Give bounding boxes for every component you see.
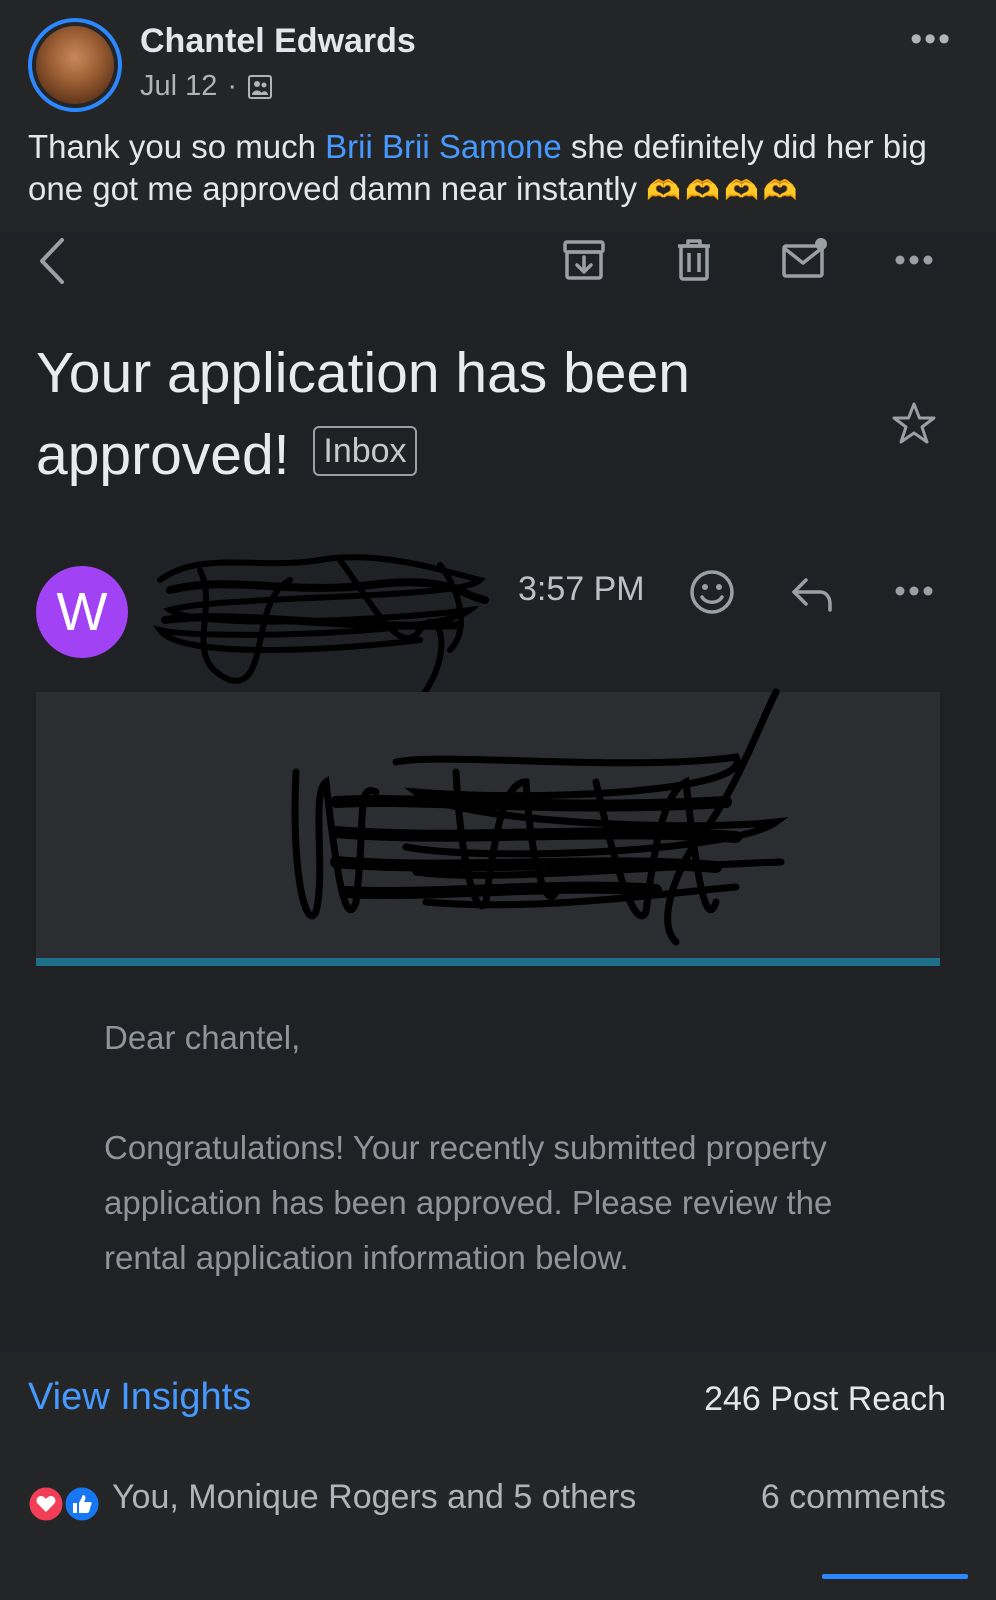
delete-icon xyxy=(678,239,710,281)
back-icon xyxy=(40,238,64,284)
reaction-icons[interactable] xyxy=(26,1484,106,1524)
post-text-start: Thank you so much xyxy=(28,128,326,165)
redacted-banner-scribble xyxy=(291,688,789,946)
view-insights-link[interactable]: View Insights xyxy=(28,1376,251,1419)
post-header: Chantel Edwards Jul 12 · ••• Thank you s… xyxy=(0,0,996,232)
reactions-row: You, Monique Rogers and 5 others 6 comme… xyxy=(0,1448,996,1600)
post-reach: 246 Post Reach xyxy=(704,1380,946,1418)
more-icon xyxy=(895,255,933,265)
friends-icon xyxy=(248,74,273,99)
email-body: Dear chantel, Congratulations! Your rece… xyxy=(104,1010,904,1340)
email-header-banner xyxy=(36,688,940,966)
insights-row: View Insights 246 Post Reach xyxy=(0,1352,996,1448)
mention-link[interactable]: Brii Brii Samone xyxy=(325,128,562,165)
email-paragraph: Congratulations! Your recently submitted… xyxy=(104,1129,833,1276)
avatar-photo xyxy=(36,26,114,104)
mark-unread-icon xyxy=(782,238,827,278)
post-date[interactable]: Jul 12 xyxy=(140,70,217,103)
comments-count[interactable]: 6 comments xyxy=(761,1478,946,1517)
reply-icon xyxy=(792,578,832,612)
meta-separator: · xyxy=(227,70,238,102)
email-time: 3:57 PM xyxy=(518,570,645,608)
email-subject: Your application has been approved! Inbo… xyxy=(36,332,856,496)
post-meta: Jul 12 · xyxy=(140,70,273,103)
gmail-toolbar xyxy=(0,232,996,292)
banner-accent-bar xyxy=(36,958,940,966)
gmail-screenshot[interactable]: Your application has been approved! Inbo… xyxy=(0,232,996,1352)
author-name[interactable]: Chantel Edwards xyxy=(140,22,416,61)
active-tab-indicator xyxy=(822,1574,968,1579)
inbox-label: Inbox xyxy=(313,426,417,476)
star-icon xyxy=(892,402,936,444)
author-avatar[interactable] xyxy=(28,18,122,112)
message-more-icon xyxy=(895,586,933,596)
archive-icon xyxy=(563,240,605,280)
post-more-icon[interactable]: ••• xyxy=(910,20,952,59)
heart-hands-emoji: 🫶🫶🫶🫶 xyxy=(646,175,802,206)
sender-avatar: W xyxy=(36,566,128,658)
emoji-reaction-icon xyxy=(690,570,734,614)
reactions-summary[interactable]: You, Monique Rogers and 5 others xyxy=(112,1478,636,1517)
post-text: Thank you so much Brii Brii Samone she d… xyxy=(28,126,978,212)
email-greeting: Dear chantel, xyxy=(104,1019,301,1056)
